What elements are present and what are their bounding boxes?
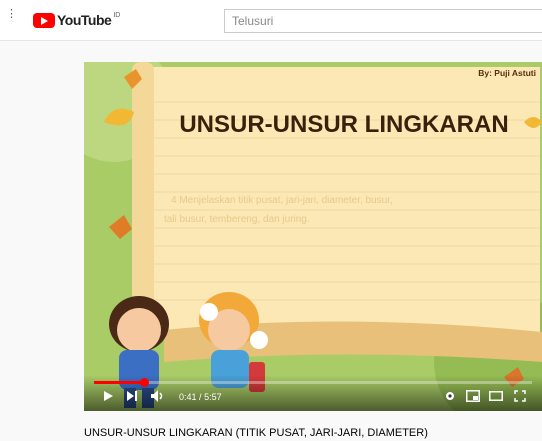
video-frame: By: Puji Astuti UNSUR-UNSUR LINGKARAN 4 … xyxy=(84,62,542,411)
video-player[interactable]: By: Puji Astuti UNSUR-UNSUR LINGKARAN 4 … xyxy=(84,62,542,411)
logo-region: ID xyxy=(113,11,121,19)
menu-icon[interactable]: ⋮ xyxy=(6,9,17,26)
miniplayer-icon[interactable] xyxy=(466,390,480,402)
progress-bar[interactable] xyxy=(94,378,532,387)
progress-knob[interactable] xyxy=(139,378,149,387)
search-input[interactable]: Telusuri xyxy=(224,9,542,33)
youtube-logo[interactable]: YouTube ID xyxy=(33,12,120,28)
play-icon[interactable] xyxy=(102,390,114,402)
fullscreen-icon[interactable] xyxy=(514,390,526,402)
video-title[interactable]: UNSUR-UNSUR LINGKARAN (TITIK PUSAT, JARI… xyxy=(84,427,428,439)
next-icon[interactable] xyxy=(126,390,138,402)
top-bar: ⋮ YouTube ID Telusuri xyxy=(0,0,542,41)
slide-author: By: Puji Astuti xyxy=(478,68,536,78)
youtube-play-icon xyxy=(33,12,55,28)
settings-icon[interactable] xyxy=(444,390,456,402)
duration: 5:57 xyxy=(204,392,222,402)
current-time: 0:41 xyxy=(179,392,197,402)
slide-objective-line1: 4 Menjelaskan titik pusat, jari-jari, di… xyxy=(171,195,393,206)
time-display: 0:41 / 5:57 xyxy=(179,392,222,402)
volume-icon[interactable] xyxy=(150,389,164,403)
progress-fill xyxy=(94,381,145,384)
slide-objective-line2: tali busur, tembereng, dan juring. xyxy=(164,214,310,225)
player-controls: 0:41 / 5:57 xyxy=(84,375,542,411)
slide-title: UNSUR-UNSUR LINGKARAN xyxy=(179,111,508,138)
logo-text: YouTube xyxy=(57,12,112,28)
theater-mode-icon[interactable] xyxy=(489,390,503,402)
